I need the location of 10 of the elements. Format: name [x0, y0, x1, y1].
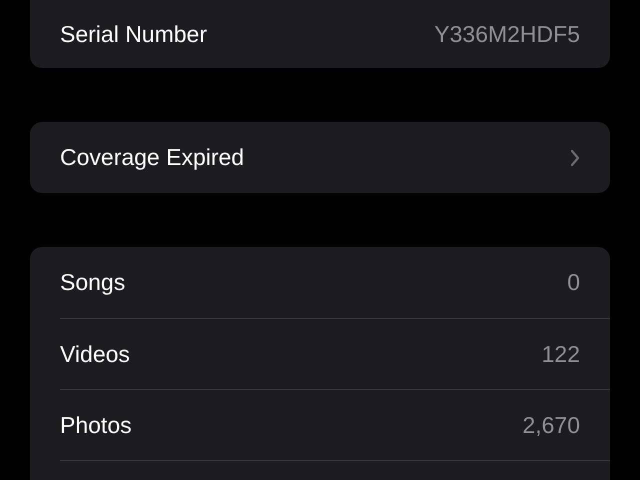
chevron-icon	[570, 148, 580, 166]
row-label: Serial Number	[60, 20, 207, 48]
row-value: Y336M2HDF5	[434, 20, 580, 48]
row-label: Videos	[60, 340, 130, 368]
row-value: 122	[542, 340, 580, 368]
row-label: Photos	[60, 412, 132, 438]
row-value: 0	[567, 269, 580, 296]
row-value: 2,670	[522, 412, 580, 438]
row-label: Songs	[60, 269, 126, 296]
row-label[interactable]: Coverage Expired	[60, 144, 244, 171]
